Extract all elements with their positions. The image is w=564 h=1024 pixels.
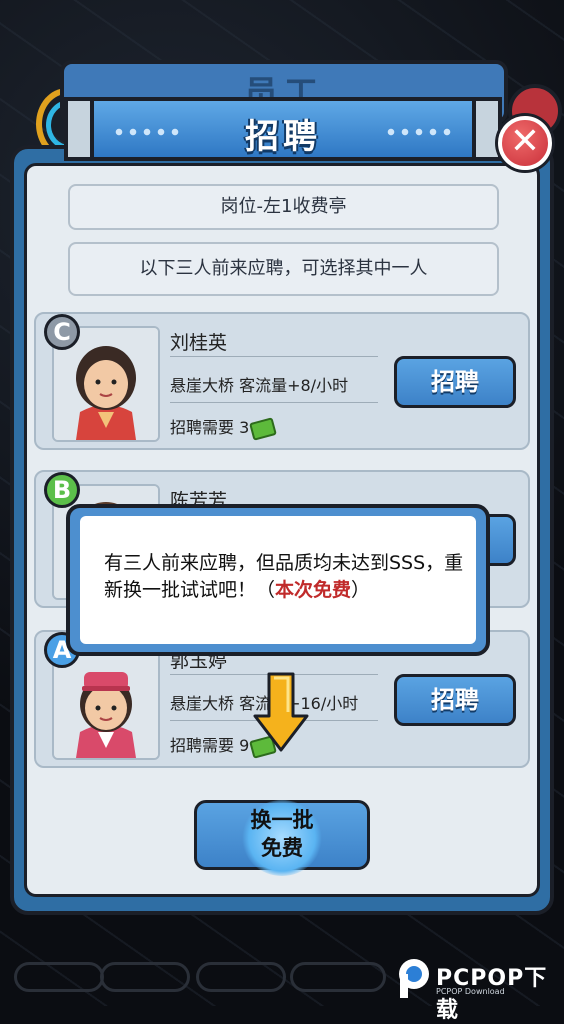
notice-free-label: 本次免费	[275, 579, 352, 601]
cost-value: 9	[239, 736, 250, 755]
candidate-bonus-1: 悬崖大桥 客流量+8/小时	[170, 376, 349, 395]
watermark-sub: PCPOP Download	[436, 987, 505, 996]
position-label: 岗位-左1收费亭	[68, 184, 499, 230]
close-button[interactable]: ✕	[498, 116, 552, 170]
notice-close-paren: ）	[351, 579, 371, 601]
recruit-description: 以下三人前来应聘，可选择其中一人	[68, 242, 499, 296]
grade-badge-c: C	[44, 314, 80, 350]
hire-button-3[interactable]: 招聘	[394, 674, 516, 726]
candidate-name-1: 刘桂英	[170, 332, 228, 354]
refresh-label-line1: 换一批	[250, 808, 314, 832]
refresh-button-label[interactable]: 换一批 免费	[232, 806, 332, 862]
recruit-header: 招聘	[64, 97, 502, 161]
notice-text: 有三人前来应聘，但品质均未达到SSS，重新换一批试试吧！（本次免费）	[104, 550, 464, 604]
bottom-tab-2[interactable]	[100, 962, 190, 992]
watermark: PCPOP下载 PCPOP Download	[392, 956, 564, 1023]
cash-icon	[249, 416, 278, 441]
down-arrow-icon	[253, 672, 309, 752]
candidate-cost-1: 招聘需要 3	[170, 414, 278, 441]
hire-button-1[interactable]: 招聘	[394, 356, 516, 408]
bottom-tab-3[interactable]	[196, 962, 286, 992]
recruit-title: 招聘	[245, 117, 321, 157]
bottom-tab-1[interactable]	[14, 962, 104, 992]
cost-value: 3	[239, 418, 250, 437]
cost-label: 招聘需要	[170, 418, 235, 437]
divider	[170, 356, 378, 357]
notice-dialog: 有三人前来应聘，但品质均未达到SSS，重新换一批试试吧！（本次免费）	[66, 504, 490, 656]
divider	[170, 402, 378, 403]
grade-badge-b: B	[44, 472, 80, 508]
pcpop-logo-icon	[399, 959, 429, 998]
candidate-card-1: C 刘桂英 悬崖大桥 客流量+8/小时 招聘需要 3 招聘	[34, 312, 530, 450]
refresh-label-line2: 免费	[261, 836, 303, 860]
cost-label: 招聘需要	[170, 736, 235, 755]
close-icon: ✕	[509, 121, 541, 162]
bottom-tab-4[interactable]	[290, 962, 386, 992]
notice-dialog-body: 有三人前来应聘，但品质均未达到SSS，重新换一批试试吧！（本次免费）	[80, 516, 476, 644]
